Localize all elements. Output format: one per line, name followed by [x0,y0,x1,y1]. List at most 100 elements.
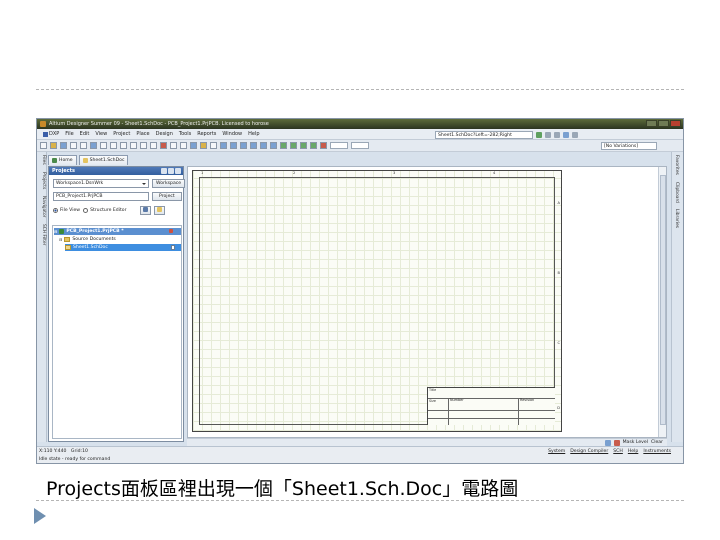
schematic-doc-icon [65,245,71,250]
panel-close-icon[interactable] [175,168,181,174]
altium-window: Altium Designer Summer 09 - Sheet1.SchDo… [36,118,684,464]
panel-menu-icon[interactable] [161,168,167,174]
menu-edit[interactable]: Edit [77,129,93,140]
zone-label-side: C [557,341,560,345]
file-view-radio[interactable]: File View [53,208,80,213]
new-icon[interactable] [40,142,47,149]
folder-options-button[interactable] [153,206,165,215]
menu-dxp-label: DXP [49,130,60,137]
menu-view[interactable]: View [92,129,110,140]
tab-navigator[interactable]: Navigator [38,196,46,217]
tab-home[interactable]: Home [48,155,77,165]
menu-dxp[interactable]: DXP [37,129,62,140]
home-icon[interactable] [563,131,569,138]
zoom-fit-icon[interactable] [90,142,97,149]
bus-entry-icon[interactable] [240,142,247,149]
menu-help[interactable]: Help [245,129,262,140]
part-icon[interactable] [280,142,287,149]
gnd-icon[interactable] [260,142,267,149]
wire-icon[interactable] [220,142,227,149]
sheet-symbol-icon[interactable] [290,142,297,149]
toolbar-dropdown-2[interactable] [351,142,369,149]
cut-icon[interactable] [110,142,117,149]
tab-clipboard[interactable]: Clipboard [674,182,679,203]
schematic-sheet[interactable]: 1 2 3 4 A B C D Title Size Number Revisi… [192,170,562,432]
redo-icon[interactable] [180,142,187,149]
cross-probe-icon[interactable] [200,142,207,149]
close-button[interactable] [670,120,681,127]
net-label-icon[interactable] [250,142,257,149]
back-icon[interactable] [545,131,551,138]
document-path-field[interactable]: Sheet1.SchDoc?Left=-282;Right [435,130,533,139]
hierarchy-icon[interactable] [190,142,197,149]
zone-label-top: 3 [393,171,396,175]
select-icon[interactable] [140,142,147,149]
title-block-title: Title [429,388,437,392]
refresh-button[interactable] [139,206,151,215]
tab-sheet1-label: Sheet1.SchDoc [89,158,125,163]
toolbar-dropdown-1[interactable] [330,142,348,149]
tab-sheet1[interactable]: Sheet1.SchDoc [78,155,129,165]
workspace-row: Workspace1.DsnWrk Workspace [53,179,186,188]
variations-select[interactable]: [No Variations] [601,142,657,150]
minimize-button[interactable] [646,120,657,127]
menu-design[interactable]: Design [153,129,176,140]
menu-reports[interactable]: Reports [194,129,219,140]
tree-doc-label: Sheet1.SchDoc [73,245,108,250]
save-icon[interactable] [60,142,67,149]
zoom-icon[interactable] [80,142,87,149]
forward-icon[interactable] [554,131,560,138]
bus-icon[interactable] [230,142,237,149]
paste-icon[interactable] [130,142,137,149]
chevron-down-icon [142,183,146,185]
open-icon[interactable] [50,142,57,149]
vcc-icon[interactable] [270,142,277,149]
title-block-row [428,418,555,419]
cursor-coords: X:110 Y:440 [39,449,67,454]
copy-icon[interactable] [120,142,127,149]
workspace-select[interactable]: Workspace1.DsnWrk [53,179,149,188]
tab-favorites[interactable]: Favorites [674,155,679,175]
radio-selected-icon [53,208,58,213]
workspace-button[interactable]: Workspace [152,179,186,188]
status-bar: X:110 Y:440 Grid:10 System Design Compil… [37,446,683,455]
favorite-icon[interactable] [572,131,578,138]
move-icon[interactable] [150,142,157,149]
menu-place[interactable]: Place [133,129,152,140]
window-title: Altium Designer Summer 09 - Sheet1.SchDo… [49,121,269,127]
tree-item-source-documents[interactable]: ⊟ Source Documents [59,236,116,243]
project-field[interactable]: PCB_Project1.PrjPCB [53,192,149,201]
menu-project[interactable]: Project [110,129,133,140]
tree-item-project[interactable]: ⊟ PCB_Project1.PrjPCB * [54,228,181,235]
maximize-button[interactable] [658,120,669,127]
port-icon[interactable] [310,142,317,149]
structure-editor-label: Structure Editor [90,208,127,213]
panel-pin-icon[interactable] [168,168,174,174]
sheet-entry-icon[interactable] [300,142,307,149]
structure-editor-radio[interactable]: Structure Editor [83,208,127,213]
menu-file[interactable]: File [62,129,76,140]
deselect-icon[interactable] [160,142,167,149]
menu-window[interactable]: Window [219,129,245,140]
file-view-label: File View [60,208,81,213]
schematic-doc-icon [82,158,88,163]
tab-files[interactable]: Files [38,155,46,165]
scrollbar-thumb[interactable] [660,175,666,425]
zone-label-side: D [557,406,560,410]
canvas-vertical-scrollbar[interactable] [658,167,666,437]
tab-sch-filter[interactable]: SCH Filter [38,224,46,245]
refresh-icon [142,207,148,212]
menu-tools[interactable]: Tools [176,129,194,140]
no-erc-icon[interactable] [320,142,327,149]
tab-projects[interactable]: Projects [38,172,46,189]
print-icon[interactable] [70,142,77,149]
tree-item-sheet1[interactable]: Sheet1.SchDoc [65,244,181,251]
project-button[interactable]: Project [152,192,182,201]
tab-libraries[interactable]: Libraries [674,209,679,228]
schematic-canvas[interactable]: 1 2 3 4 A B C D Title Size Number Revisi… [187,166,667,438]
go-icon[interactable] [536,131,542,138]
left-panel-tabs: Files Projects Navigator SCH Filter [37,152,47,442]
browse-library-icon[interactable] [210,142,217,149]
zoom-area-icon[interactable] [100,142,107,149]
undo-icon[interactable] [170,142,177,149]
